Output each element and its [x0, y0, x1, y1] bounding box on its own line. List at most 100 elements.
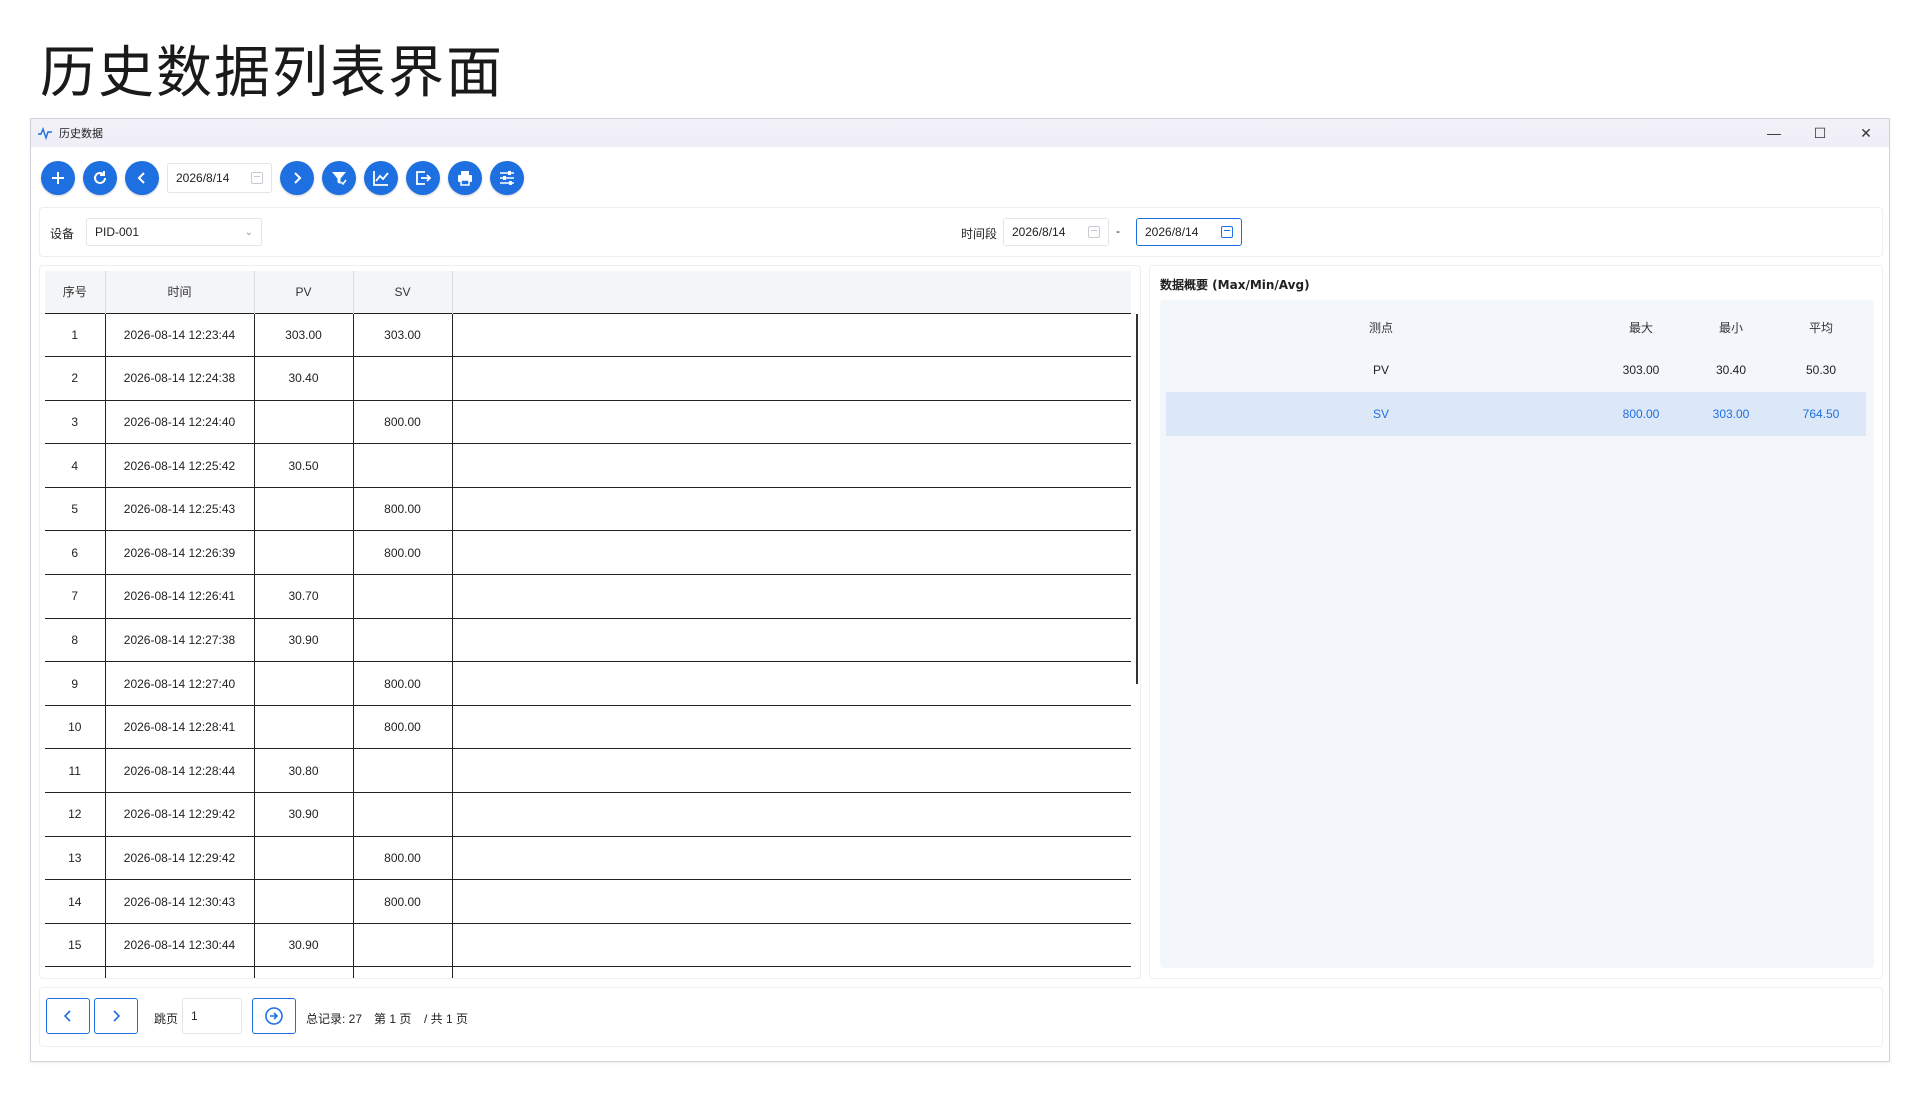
chart-button[interactable] — [364, 161, 398, 195]
current-page: 第 1 页 — [374, 1012, 412, 1026]
period-start-picker[interactable]: 2026/8/14 — [1003, 218, 1109, 246]
cell-filler — [452, 705, 1131, 750]
table-row[interactable]: 12 2026-08-14 12:29:42 30.90 — [45, 792, 1131, 837]
table-row[interactable]: 8 2026-08-14 12:27:38 30.90 — [45, 618, 1131, 663]
cell-filler — [452, 923, 1131, 968]
prev-page-button[interactable] — [46, 998, 90, 1034]
date-value: 2026/8/14 — [176, 171, 230, 185]
period-start-value: 2026/8/14 — [1012, 225, 1066, 239]
table-row[interactable]: 10 2026-08-14 12:28:41 800.00 — [45, 705, 1131, 750]
cell-empty — [254, 966, 354, 978]
export-button[interactable] — [406, 161, 440, 195]
title-bar: 历史数据 — ☐ ✕ — [31, 119, 1889, 147]
cell-pv — [254, 661, 354, 706]
summary-header-min: 最小 — [1718, 320, 1743, 335]
cell-time: 2026-08-14 12:26:39 — [105, 530, 255, 576]
filter-button[interactable] — [322, 161, 356, 195]
device-select[interactable]: PID-001 ⌄ — [86, 218, 262, 246]
cell-sv — [353, 574, 453, 619]
cell-pv: 30.40 — [254, 356, 354, 401]
go-page-button[interactable] — [252, 998, 296, 1034]
cell-time: 2026-08-14 12:25:43 — [105, 487, 255, 532]
cell-time: 2026-08-14 12:26:41 — [105, 574, 255, 619]
period-label: 时间段 — [961, 227, 998, 241]
summary-row[interactable]: SV 800.00 303.00 764.50 — [1166, 392, 1866, 436]
table-row[interactable]: 13 2026-08-14 12:29:42 800.00 — [45, 836, 1131, 881]
cell-empty — [105, 966, 255, 978]
table-body: 1 2026-08-14 12:23:44 303.00 303.00 2 2026-08… — [45, 312, 1131, 978]
period-end-picker[interactable]: 2026/8/14 — [1136, 218, 1242, 246]
table-row[interactable]: 15 2026-08-14 12:30:44 30.90 — [45, 923, 1131, 968]
table-row[interactable]: 3 2026-08-14 12:24:40 800.00 — [45, 400, 1131, 445]
table-row[interactable]: 1 2026-08-14 12:23:44 303.00 303.00 — [45, 312, 1131, 358]
cell-time: 2026-08-14 12:28:44 — [105, 748, 255, 794]
cell-index: 15 — [45, 923, 106, 968]
cell-pv — [254, 879, 354, 924]
cell-time: 2026-08-14 12:24:40 — [105, 400, 255, 445]
cell-empty — [45, 966, 106, 978]
col-header-index[interactable]: 序号 — [45, 271, 106, 313]
chevron-down-icon: ⌄ — [244, 226, 253, 238]
table-row[interactable]: 11 2026-08-14 12:28:44 30.80 — [45, 748, 1131, 794]
minimize-button[interactable]: — — [1751, 119, 1797, 147]
cell-sv: 800.00 — [353, 879, 453, 924]
cell-index: 8 — [45, 618, 106, 663]
summary-cell-min: 30.40 — [1715, 363, 1747, 377]
summary-row[interactable]: PV 303.00 30.40 50.30 — [1166, 348, 1866, 392]
refresh-button[interactable] — [83, 161, 117, 195]
cell-sv: 800.00 — [353, 661, 453, 706]
table-row[interactable]: 6 2026-08-14 12:26:39 800.00 — [45, 530, 1131, 576]
cell-pv — [254, 836, 354, 881]
cell-sv: 800.00 — [353, 530, 453, 576]
cell-pv: 30.90 — [254, 923, 354, 968]
cell-filler — [452, 443, 1131, 488]
chart-icon — [373, 171, 389, 186]
summary-table: 测点 最大 最小 平均 PV 303.00 30.40 50.30 SV 800.00 30… — [1166, 306, 1866, 436]
cell-filler — [452, 879, 1131, 924]
cell-index: 5 — [45, 487, 106, 532]
table-row[interactable]: 7 2026-08-14 12:26:41 30.70 — [45, 574, 1131, 619]
cell-pv: 30.90 — [254, 618, 354, 663]
jump-page-input[interactable]: 1 — [182, 998, 242, 1034]
col-header-filler — [452, 271, 1131, 313]
cell-sv: 303.00 — [353, 312, 453, 358]
summary-cell-max: 303.00 — [1622, 363, 1660, 377]
col-header-pv[interactable]: PV — [254, 271, 354, 313]
col-header-sv[interactable]: SV — [353, 271, 453, 313]
print-button[interactable] — [448, 161, 482, 195]
maximize-button[interactable]: ☐ — [1797, 119, 1843, 147]
next-page-button[interactable] — [94, 998, 138, 1034]
summary-header-avg: 平均 — [1808, 320, 1833, 335]
cell-time: 2026-08-14 12:29:42 — [105, 792, 255, 837]
cell-time: 2026-08-14 12:27:38 — [105, 618, 255, 663]
cell-index: 9 — [45, 661, 106, 706]
summary-cell-point: SV — [1166, 392, 1596, 436]
summary-cell-max: 800.00 — [1596, 392, 1686, 436]
table-row[interactable]: 14 2026-08-14 12:30:43 800.00 — [45, 879, 1131, 924]
cell-sv — [353, 923, 453, 968]
table-row[interactable]: 4 2026-08-14 12:25:42 30.50 — [45, 443, 1131, 488]
summary-header-point: 测点 — [1368, 320, 1393, 335]
col-header-time[interactable]: 时间 — [105, 271, 255, 313]
device-label: 设备 — [50, 227, 75, 241]
page-heading: 历史数据列表界面 — [40, 41, 504, 106]
cell-time: 2026-08-14 12:23:44 — [105, 312, 255, 358]
chevron-right-icon — [294, 172, 302, 184]
cell-index: 4 — [45, 443, 106, 488]
table-row[interactable]: 9 2026-08-14 12:27:40 800.00 — [45, 661, 1131, 706]
cell-sv — [353, 618, 453, 663]
prev-day-button[interactable] — [125, 161, 159, 195]
summary-panel: 数据概要 (Max/Min/Avg) 测点 最大 最小 平均 PV 303.00 3… — [1149, 265, 1883, 979]
add-button[interactable] — [41, 161, 75, 195]
table-scrollbar[interactable] — [1136, 314, 1138, 684]
table-row[interactable]: 2 2026-08-14 12:24:38 30.40 — [45, 356, 1131, 401]
cell-index: 2 — [45, 356, 106, 401]
next-day-button[interactable] — [280, 161, 314, 195]
cell-filler — [452, 530, 1131, 576]
cell-filler — [452, 792, 1131, 837]
date-picker[interactable]: 2026/8/14 — [167, 163, 272, 193]
cell-filler — [452, 356, 1131, 401]
close-button[interactable]: ✕ — [1843, 119, 1889, 147]
table-row[interactable]: 5 2026-08-14 12:25:43 800.00 — [45, 487, 1131, 532]
settings-button[interactable] — [490, 161, 524, 195]
